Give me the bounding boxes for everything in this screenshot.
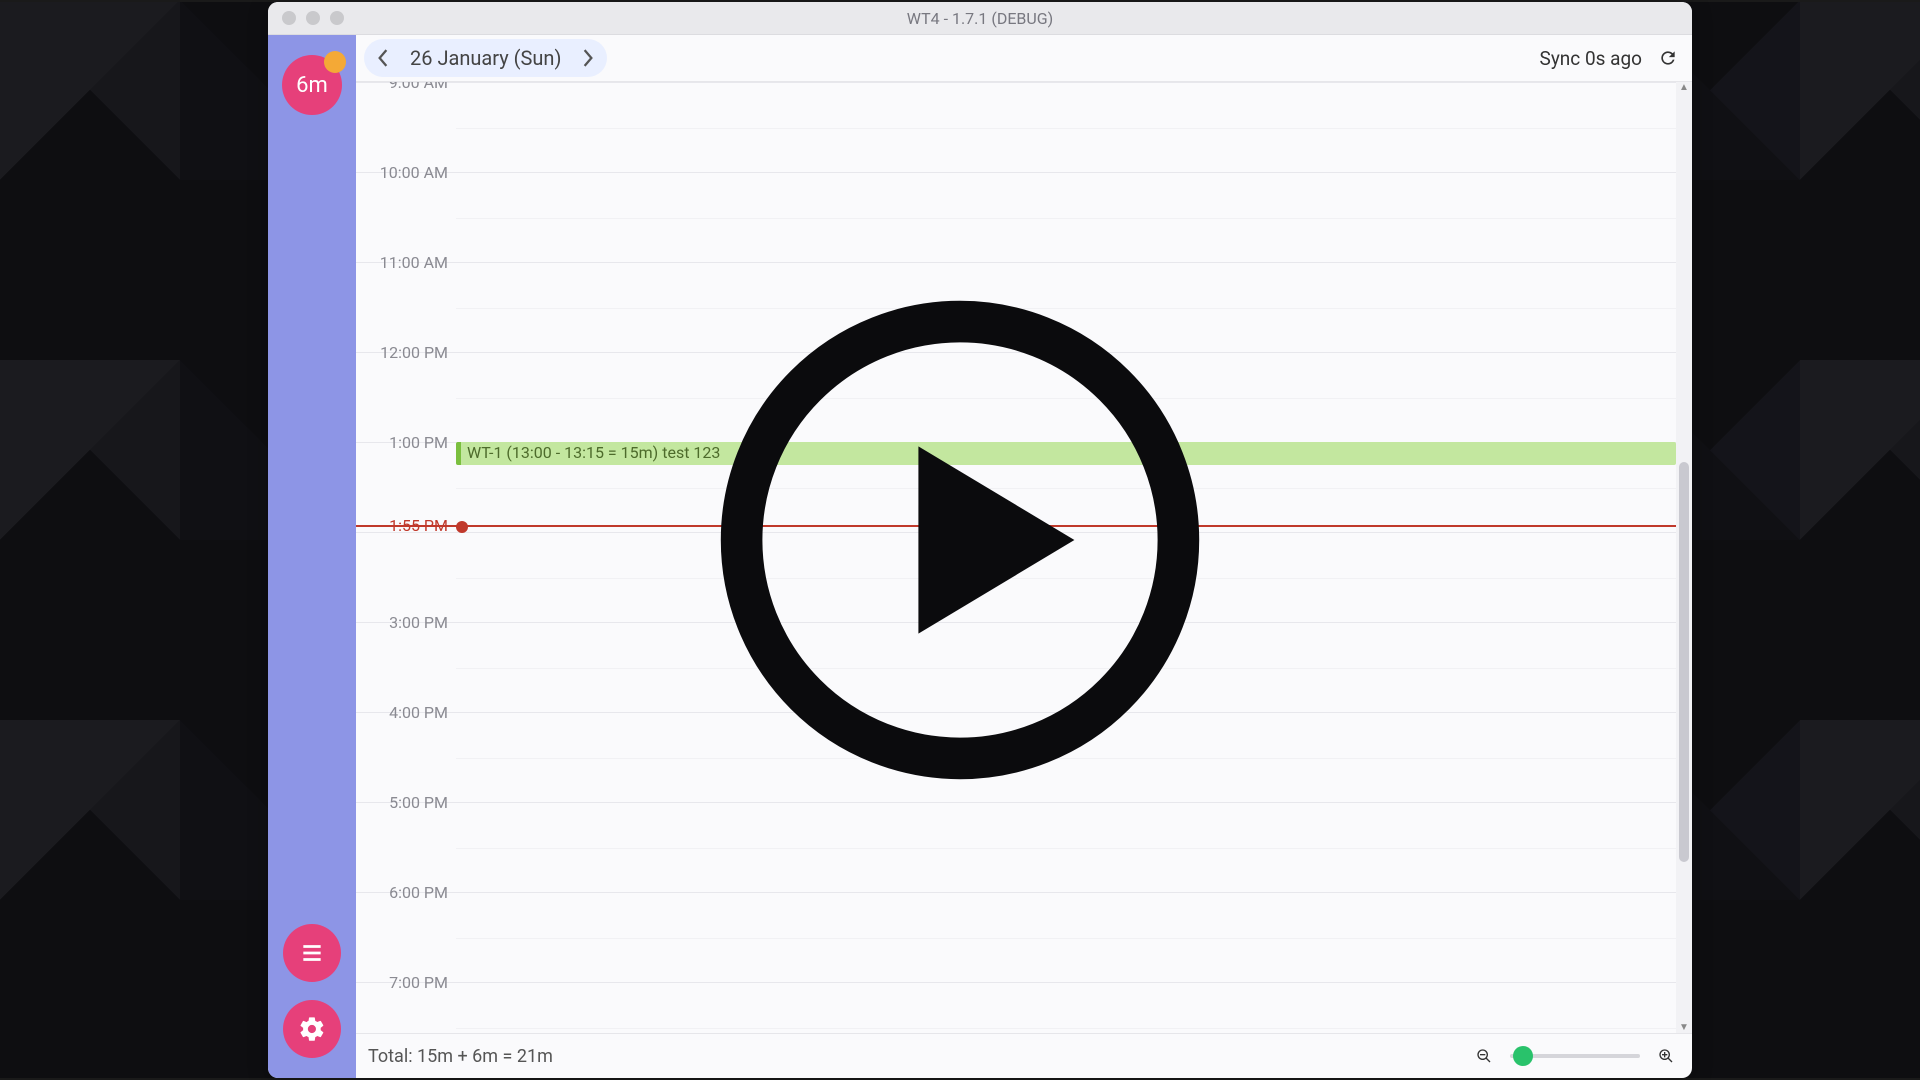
scroll-down-icon[interactable]: ▼ bbox=[1676, 1022, 1692, 1033]
sidebar: 6m bbox=[268, 35, 356, 1078]
date-picker: 26 January (Sun) bbox=[364, 39, 607, 77]
hour-row: 5:00 PM bbox=[356, 802, 1676, 893]
zoom-slider-knob[interactable] bbox=[1513, 1046, 1533, 1066]
total-label: Total: 15m + 6m = 21m bbox=[368, 1046, 553, 1067]
video-frame: WT4 - 1.7.1 (DEBUG) 6m bbox=[0, 0, 1920, 1080]
play-icon bbox=[700, 280, 1220, 800]
hour-label: 1:00 PM bbox=[356, 433, 448, 452]
next-day-button[interactable] bbox=[571, 41, 605, 75]
zoom-in-button[interactable] bbox=[1652, 1042, 1680, 1070]
refresh-button[interactable] bbox=[1652, 42, 1684, 74]
sync-status-label: Sync 0s ago bbox=[1540, 47, 1642, 70]
gear-icon bbox=[298, 1015, 326, 1043]
zoom-out-button[interactable] bbox=[1470, 1042, 1498, 1070]
hour-row: 10:00 AM bbox=[356, 172, 1676, 263]
active-timer-button[interactable]: 6m bbox=[282, 55, 342, 115]
zoom-in-icon bbox=[1658, 1045, 1674, 1067]
scroll-up-icon[interactable]: ▲ bbox=[1676, 82, 1692, 93]
vertical-scrollbar[interactable]: ▲ ▼ bbox=[1676, 82, 1692, 1033]
hour-label: 4:00 PM bbox=[356, 703, 448, 722]
refresh-icon bbox=[1658, 47, 1678, 69]
hour-row: 7:00 PM bbox=[356, 982, 1676, 1033]
half-hour-line bbox=[456, 218, 1676, 219]
settings-button[interactable] bbox=[283, 1000, 341, 1058]
toolbar: 26 January (Sun) Sync 0s ago bbox=[356, 35, 1692, 82]
half-hour-line bbox=[456, 848, 1676, 849]
prev-day-button[interactable] bbox=[366, 41, 400, 75]
hour-row: 6:00 PM bbox=[356, 892, 1676, 983]
hour-row: 9:00 AM bbox=[356, 82, 1676, 173]
title-bar: WT4 - 1.7.1 (DEBUG) bbox=[268, 2, 1692, 35]
hour-label: 3:00 PM bbox=[356, 613, 448, 632]
list-icon bbox=[299, 940, 325, 966]
half-hour-line bbox=[456, 128, 1676, 129]
hour-label: 10:00 AM bbox=[356, 163, 448, 182]
footer-bar: Total: 15m + 6m = 21m bbox=[356, 1033, 1692, 1078]
desktop-background: WT4 - 1.7.1 (DEBUG) 6m bbox=[0, 0, 1920, 1080]
current-date-label[interactable]: 26 January (Sun) bbox=[400, 46, 571, 70]
video-play-button[interactable] bbox=[700, 280, 1220, 800]
current-time-dot-icon bbox=[456, 521, 468, 533]
zoom-slider[interactable] bbox=[1510, 1054, 1640, 1058]
hour-label: 9:00 AM bbox=[356, 82, 448, 92]
half-hour-line bbox=[456, 1028, 1676, 1029]
hour-label: 11:00 AM bbox=[356, 253, 448, 272]
zoom-out-icon bbox=[1476, 1045, 1492, 1067]
timer-status-dot-icon bbox=[324, 51, 346, 73]
list-view-button[interactable] bbox=[283, 924, 341, 982]
half-hour-line bbox=[456, 938, 1676, 939]
window-title: WT4 - 1.7.1 (DEBUG) bbox=[268, 9, 1692, 28]
hour-label: 12:00 PM bbox=[356, 343, 448, 362]
scrollbar-thumb[interactable] bbox=[1679, 462, 1689, 861]
hour-label: 6:00 PM bbox=[356, 883, 448, 902]
current-time-label: 1:55 PM bbox=[356, 516, 448, 535]
hour-label: 5:00 PM bbox=[356, 793, 448, 812]
active-timer-label: 6m bbox=[296, 73, 328, 98]
chevron-right-icon bbox=[582, 49, 594, 67]
hour-label: 7:00 PM bbox=[356, 973, 448, 992]
chevron-left-icon bbox=[377, 49, 389, 67]
